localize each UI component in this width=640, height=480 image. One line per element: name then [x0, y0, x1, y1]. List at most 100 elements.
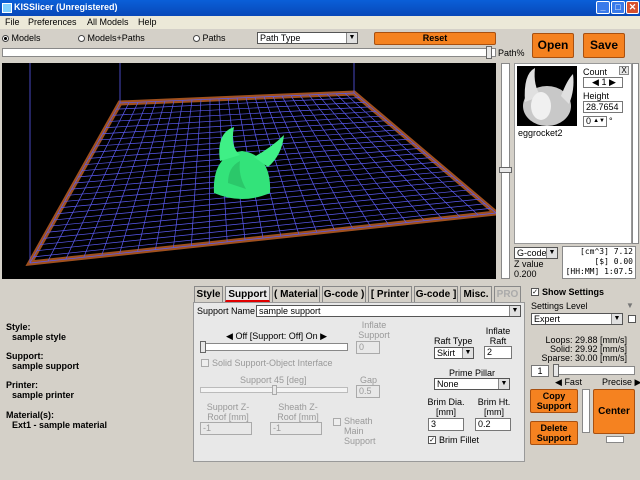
brim-dia-field[interactable]: 3 [428, 418, 464, 431]
precise-text: Precise [602, 377, 633, 387]
path-percent-thumb[interactable] [486, 46, 492, 59]
open-button[interactable]: Open [532, 33, 574, 58]
rotation-field[interactable]: 0 ▲▼ [583, 116, 607, 127]
fast-label: ◀ Fast [555, 377, 582, 388]
support-mode-thumb[interactable] [200, 341, 206, 353]
3d-viewport[interactable] [2, 63, 496, 279]
brim-fillet-label: Brim Fillet [439, 435, 479, 445]
inflate-raft-field[interactable]: 2 [484, 346, 512, 359]
raft-type-select[interactable]: Skirt ▼ [434, 347, 474, 359]
prime-pillar-label: Prime Pillar [449, 368, 496, 378]
brim-ht-label: Brim Ht. [mm] [477, 397, 511, 417]
raft-type-label: Raft Type [434, 336, 473, 346]
tab-material[interactable]: ( Material [272, 286, 320, 302]
tab-printer-gcode[interactable]: G-code ] [414, 286, 458, 302]
grid-line [29, 212, 496, 264]
support-mode-text: Off [Support: Off] On [235, 331, 318, 341]
tab-style[interactable]: Style [194, 286, 223, 302]
gcode-select[interactable]: G-code ▼ [514, 247, 558, 259]
speed-slider-thumb[interactable] [553, 364, 559, 377]
tab-misc[interactable]: Misc. [460, 286, 492, 302]
tab-support[interactable]: Support [225, 286, 270, 302]
inflate-support-label: Inflate Support [358, 320, 390, 340]
prime-pillar-select[interactable]: None ▼ [434, 378, 510, 390]
tab-printer[interactable]: [ Printer [368, 286, 412, 302]
precise-label: Precise ▶ [602, 377, 640, 388]
path-percent-slider[interactable] [2, 48, 496, 57]
support-angle-thumb [272, 385, 277, 395]
support-name-select[interactable]: sample support ▼ [256, 305, 521, 317]
menu-preferences[interactable]: Preferences [28, 17, 77, 27]
maximize-button[interactable]: □ [611, 1, 625, 14]
support-mode-label: ◀ Off [Support: Off] On ▶ [226, 331, 327, 342]
chevron-left-icon[interactable]: ◀ [226, 331, 233, 341]
inflate-support-field: 0 [356, 341, 380, 354]
chevron-down-icon: ▼ [498, 379, 509, 389]
brim-ht-field[interactable]: 0.2 [475, 418, 511, 431]
material-label: Material(s): [6, 410, 55, 420]
chevron-down-icon: ▼ [546, 248, 557, 258]
speed-value-field[interactable]: 1 [531, 365, 549, 377]
prime-pillar-value: None [437, 379, 459, 389]
save-button[interactable]: Save [583, 33, 625, 58]
chevron-right-icon[interactable]: ▶ [320, 331, 327, 341]
rotation-spin-icon[interactable]: ▲▼ [593, 117, 605, 126]
model-thumbnail[interactable] [517, 66, 577, 126]
radio-models-paths[interactable]: Models+Paths [78, 33, 145, 43]
z-layer-thumb[interactable] [499, 167, 512, 173]
volume-stat: [cm^3] 7.12 [580, 247, 633, 256]
support-angle-label: Support 45 [deg] [240, 375, 307, 385]
reset-button[interactable]: Reset [374, 32, 496, 45]
count-increment-icon[interactable]: ▶ [609, 77, 616, 87]
settings-extra-checkbox[interactable] [628, 315, 636, 323]
show-settings-checkbox[interactable]: ✓ [531, 288, 539, 296]
sheath-main-label: Sheath Main Support [344, 416, 376, 446]
center-scroll-handle[interactable] [606, 436, 624, 443]
menu-file[interactable]: File [5, 17, 20, 27]
radio-paths-label: Paths [202, 33, 226, 43]
chevron-down-icon: ▼ [346, 33, 357, 43]
radio-models[interactable]: Models [2, 33, 41, 43]
material-value: Ext1 - sample material [12, 420, 108, 430]
model-list-scrollbar[interactable] [632, 63, 639, 244]
model-thumbnail-icon [523, 68, 574, 126]
chevron-right-icon: ▶ [634, 377, 640, 387]
printer-label: Printer: [6, 380, 39, 390]
path-type-select[interactable]: Path Type ▼ [257, 32, 358, 44]
gap-label: Gap [360, 375, 378, 385]
remove-model-button[interactable]: X [619, 66, 629, 75]
support-mode-slider[interactable] [200, 343, 348, 351]
settings-level-value: Expert [534, 314, 561, 324]
center-button[interactable]: Center [593, 389, 635, 434]
tab-material-gcode[interactable]: G-code ) [322, 286, 366, 302]
z-value-label: Z value [514, 259, 544, 269]
height-field[interactable]: 28.7654 [583, 101, 623, 113]
gcode-stats-box: [cm^3] 7.12 [$] 0.00 [HH:MM] 1:07.5 [562, 246, 636, 279]
brim-fillet-checkbox[interactable]: ✓ [428, 436, 436, 444]
close-button[interactable]: ✕ [626, 1, 639, 14]
grid-line [281, 95, 353, 229]
collapse-arrow-icon[interactable]: ▼ [626, 301, 634, 310]
profile-summary: Style: sample style Support: sample supp… [0, 282, 192, 462]
support-vertical-slider[interactable] [582, 389, 590, 433]
model-list-panel: eggrocket2 Count X ◀ 1 ▶ Height 28.7654 … [514, 63, 632, 244]
speed-slider[interactable] [553, 366, 635, 375]
menu-help[interactable]: Help [138, 17, 157, 27]
chevron-down-icon: ▼ [509, 306, 520, 316]
radio-paths[interactable]: Paths [193, 33, 226, 43]
settings-level-select[interactable]: Expert ▼ [531, 313, 623, 325]
support-name-value: sample support [259, 306, 321, 316]
delete-support-button[interactable]: Delete Support [530, 421, 578, 445]
brim-dia-label: Brim Dia. [mm] [427, 397, 465, 417]
menu-all-models[interactable]: All Models [87, 17, 129, 27]
count-value: 1 [601, 77, 607, 87]
support-tab-panel: Support Name sample support ▼ ◀ Off [Supp… [193, 302, 525, 462]
z-value: 0.200 [514, 269, 537, 279]
minimize-button[interactable]: _ [596, 1, 610, 14]
count-stepper[interactable]: ◀ 1 ▶ [583, 77, 623, 88]
style-label: Style: [6, 322, 31, 332]
support-zroof-label: Support Z-Roof [mm] [206, 402, 250, 422]
copy-support-button[interactable]: Copy Support [530, 389, 578, 413]
count-label: Count [583, 67, 608, 77]
count-decrement-icon[interactable]: ◀ [592, 77, 599, 87]
